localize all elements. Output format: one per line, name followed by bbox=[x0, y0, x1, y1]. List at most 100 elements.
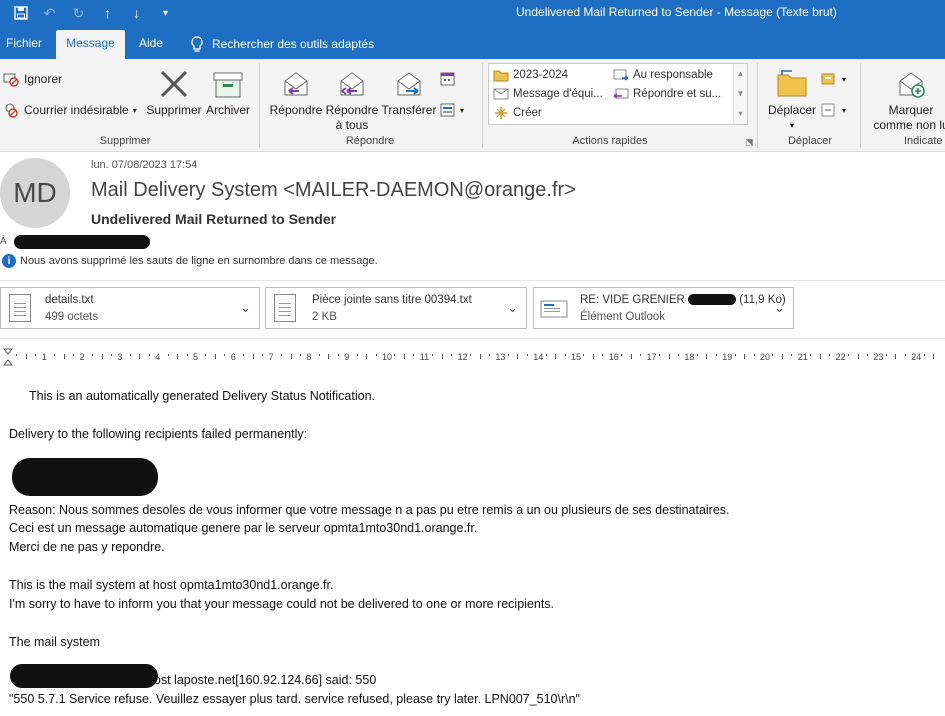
ribbon-separator bbox=[860, 63, 861, 148]
ruler-dot bbox=[214, 354, 216, 359]
ruler-number: 24 bbox=[911, 352, 922, 362]
body-line: Ceci est un message automatique genere p… bbox=[9, 521, 478, 535]
attachment-name: details.txt bbox=[45, 294, 94, 306]
junk-label: Courrier indésirable bbox=[24, 103, 129, 117]
group-label-move: Déplacer bbox=[787, 135, 833, 147]
ruler-dot bbox=[35, 354, 37, 356]
chevron-down-icon: ▾ bbox=[132, 105, 137, 115]
ruler-dot bbox=[101, 354, 103, 359]
ruler-number: 16 bbox=[608, 352, 619, 362]
mark-unread-button[interactable]: Marquer comme non lu bbox=[866, 63, 945, 133]
recipient-prefix: À bbox=[0, 236, 7, 247]
message-date: lun. 07/08/2023 17:54 bbox=[91, 159, 198, 171]
ruler-dot bbox=[186, 354, 188, 356]
quick-step-team-email-label: Message d'équi... bbox=[513, 88, 603, 100]
junk-button[interactable]: Courrier indésirable ▾ bbox=[2, 102, 137, 118]
ruler-dot bbox=[791, 354, 793, 356]
quick-step-reply-delete[interactable]: Répondre et su... bbox=[613, 87, 721, 101]
chevron-down-icon[interactable]: ⌄ bbox=[240, 300, 251, 316]
sender[interactable]: Mail Delivery System <MAILER-DAEMON@oran… bbox=[91, 179, 576, 202]
quick-steps-scrollbar[interactable]: ▲ ▼ ▾ bbox=[733, 64, 747, 124]
ruler-number: 1 bbox=[41, 352, 47, 362]
tab-stop-icon[interactable] bbox=[3, 348, 13, 366]
forward-button[interactable]: Transférer bbox=[380, 63, 438, 118]
move-button[interactable]: Déplacer ▾ bbox=[764, 63, 820, 133]
tell-me-search[interactable]: Rechercher des outils adaptés bbox=[190, 30, 374, 59]
ribbon-separator bbox=[482, 63, 483, 148]
ruler-dot bbox=[677, 354, 679, 356]
meeting-reply-button[interactable] bbox=[440, 71, 456, 87]
scroll-down-icon[interactable]: ▼ bbox=[734, 84, 747, 104]
ribbon-separator bbox=[259, 63, 260, 148]
ruler-dot bbox=[299, 354, 301, 356]
redo-icon[interactable]: ↻ bbox=[64, 3, 93, 23]
junk-icon bbox=[5, 103, 18, 118]
quick-step-2023[interactable]: 2023-2024 bbox=[493, 68, 568, 82]
more-respond-icon bbox=[440, 103, 455, 117]
reply-icon bbox=[284, 72, 308, 96]
tab-help[interactable]: Aide bbox=[133, 30, 169, 59]
ruler-number: 21 bbox=[797, 352, 808, 362]
ruler-dot bbox=[848, 354, 850, 356]
quick-step-create[interactable]: Créer bbox=[493, 106, 542, 120]
reply-button[interactable]: Répondre bbox=[268, 63, 324, 118]
chevron-down-icon[interactable]: ⌄ bbox=[774, 300, 785, 316]
delete-button[interactable]: Supprimer bbox=[144, 63, 204, 118]
ruler-dot bbox=[356, 354, 358, 356]
ruler-dot bbox=[479, 354, 481, 359]
undo-icon[interactable]: ↶ bbox=[35, 3, 64, 23]
team-email-icon bbox=[493, 88, 509, 100]
rules-button[interactable]: ▾ bbox=[820, 71, 846, 87]
chevron-down-icon[interactable]: ⌄ bbox=[507, 300, 518, 316]
calendar-reply-icon bbox=[440, 72, 455, 86]
reply-all-label-1: Répondre bbox=[325, 103, 379, 117]
attachment-details[interactable]: details.txt 499 octets ⌄ bbox=[0, 287, 260, 329]
ruler-dot bbox=[602, 354, 604, 356]
actions-button[interactable]: ▾ bbox=[820, 102, 846, 118]
customize-icon[interactable]: ▾ bbox=[151, 3, 180, 23]
dialog-launcher-icon[interactable]: ⬔ bbox=[745, 137, 754, 148]
ignore-icon bbox=[3, 73, 19, 87]
more-respond-button[interactable]: ▾ bbox=[440, 102, 464, 118]
save-icon[interactable] bbox=[6, 3, 35, 23]
attachment-outlook-item[interactable]: RE: VIDE GRENIER (11,9 Ko) Élément Outlo… bbox=[533, 287, 794, 329]
ruler-dot bbox=[92, 354, 94, 356]
tab-message[interactable]: Message bbox=[56, 30, 125, 59]
ruler-number: 22 bbox=[835, 352, 846, 362]
quick-step-team-email[interactable]: Message d'équi... bbox=[493, 87, 603, 101]
ruler-dot bbox=[753, 354, 755, 356]
rules-icon bbox=[821, 73, 835, 85]
ruler-dot bbox=[659, 354, 661, 356]
create-icon bbox=[495, 107, 507, 119]
ruler-number: 13 bbox=[495, 352, 506, 362]
ignore-button[interactable]: Ignorer bbox=[2, 71, 62, 87]
attachment-size: 2 KB bbox=[312, 311, 337, 323]
body-line: I'm sorry to have to inform you that you… bbox=[9, 597, 555, 611]
reply-delete-icon bbox=[613, 88, 629, 99]
ruler-number: 9 bbox=[344, 352, 350, 362]
archive-button[interactable]: Archiver bbox=[204, 63, 252, 118]
title-bar: ↶ ↻ ↑ ↓ ▾ Undelivered Mail Returned to S… bbox=[0, 0, 945, 26]
forward-icon bbox=[397, 72, 421, 96]
quick-step-to-manager[interactable]: Au responsable bbox=[613, 68, 713, 82]
ruler-dot bbox=[224, 354, 226, 356]
ruler-number: 11 bbox=[419, 352, 430, 362]
reply-label: Répondre bbox=[269, 103, 323, 117]
down-arrow-icon[interactable]: ↓ bbox=[122, 3, 151, 23]
up-arrow-icon[interactable]: ↑ bbox=[93, 3, 122, 23]
ruler-dot bbox=[564, 354, 566, 356]
info-icon: i bbox=[2, 254, 16, 268]
ruler: 1 2 3 4 5 6 7 8 9 10 11 12 13 14 15 16 17 18 19 20 21 22 23 24 bbox=[0, 348, 945, 366]
info-bar: i Nous avons supprimé les sauts de ligne… bbox=[2, 254, 378, 268]
tab-file[interactable]: Fichier bbox=[0, 30, 48, 59]
expand-gallery-icon[interactable]: ▾ bbox=[734, 104, 747, 124]
ruler-dot bbox=[829, 354, 831, 356]
ruler-dot bbox=[744, 354, 746, 359]
attachment-untitled[interactable]: Pièce jointe sans titre 00394.txt 2 KB ⌄ bbox=[265, 287, 527, 329]
scroll-up-icon[interactable]: ▲ bbox=[734, 64, 747, 84]
body-line: Merci de ne pas y repondre. bbox=[9, 540, 165, 554]
ruler-number: 14 bbox=[533, 352, 544, 362]
chevron-down-icon: ▾ bbox=[842, 74, 847, 84]
ignore-label: Ignorer bbox=[24, 72, 63, 86]
reply-all-button[interactable]: Répondre à tous bbox=[324, 63, 380, 133]
